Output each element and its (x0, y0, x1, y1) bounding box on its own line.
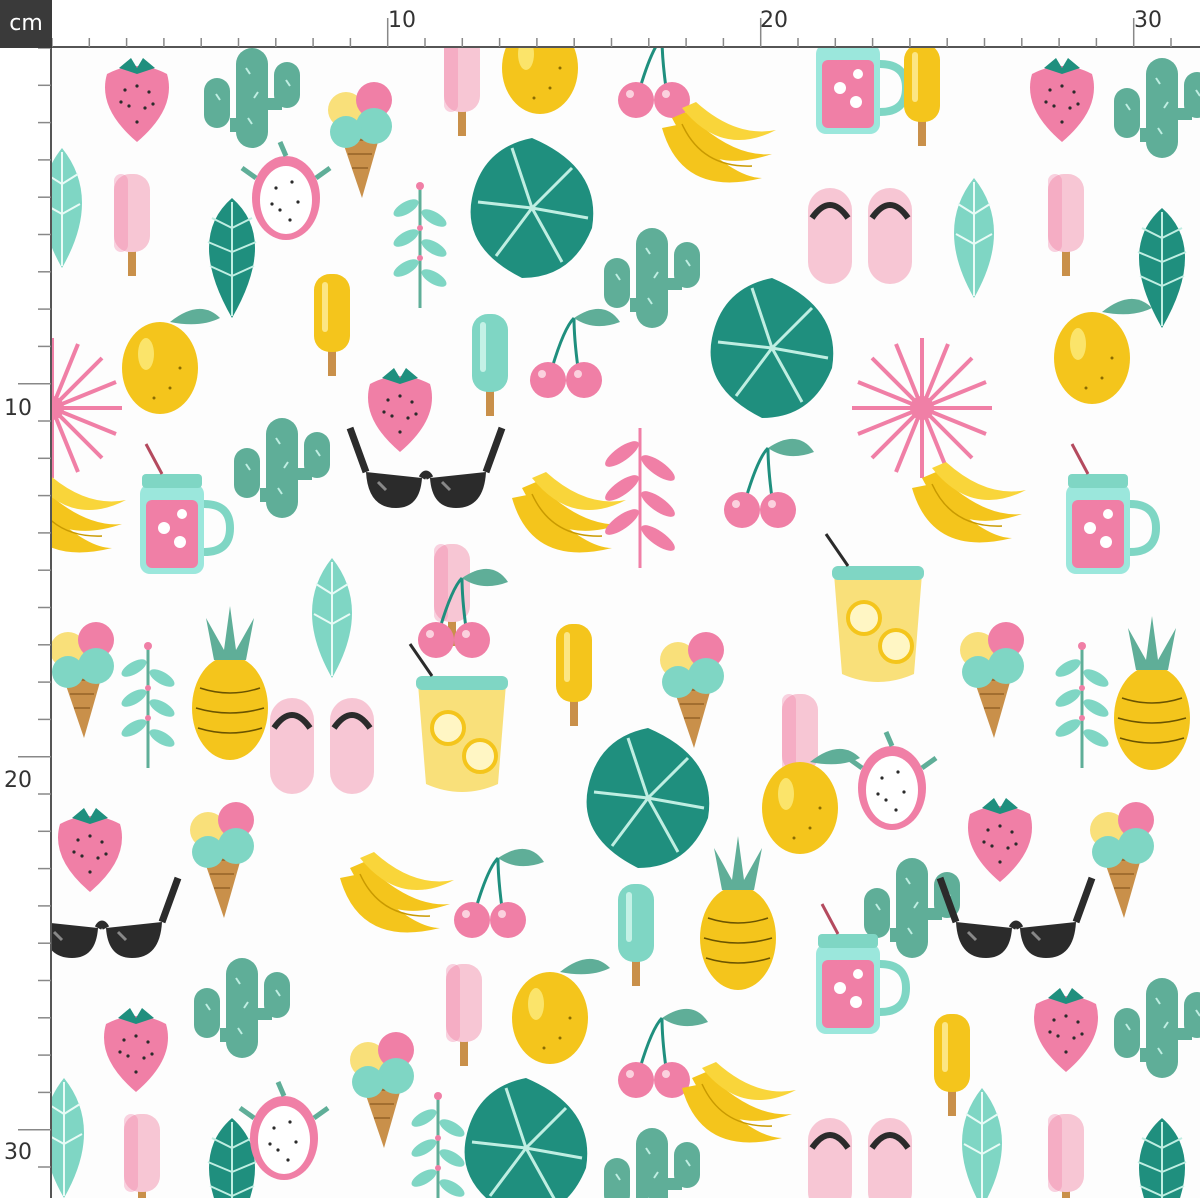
banana-icon (339, 851, 455, 934)
banana-icon (911, 461, 1027, 544)
ice-cream-cone-icon (659, 631, 725, 749)
popsicle-icon (472, 314, 508, 416)
strawberry-icon (968, 798, 1032, 882)
monstera-leaf-icon (469, 136, 595, 280)
dragon-fruit-icon (242, 142, 330, 240)
lemon-icon (122, 308, 220, 414)
pineapple-icon (191, 605, 269, 761)
lemonade-glass-icon (824, 532, 926, 684)
flip-flops-icon (808, 188, 912, 284)
popsicle-icon (446, 964, 482, 1066)
dragon-fruit-icon (848, 732, 936, 830)
strawberry-icon (1030, 58, 1094, 142)
banana-icon (681, 1061, 797, 1144)
ruler-top-ticks (51, 18, 1200, 48)
lemon-icon (512, 958, 610, 1064)
popsicle-icon (314, 274, 350, 376)
ruler-top-label-20: 20 (760, 8, 788, 33)
herb-sprig-icon (407, 1090, 469, 1198)
tropical-leaf-icon (207, 197, 257, 319)
cactus-icon (203, 48, 301, 149)
ruler-top-label-10: 10 (388, 8, 416, 33)
cactus-icon (603, 1127, 701, 1198)
ruler-unit-label: cm (0, 0, 52, 48)
cactus-icon (603, 227, 701, 329)
cherry-icon (452, 847, 546, 940)
ruler-left-label-30: 30 (4, 1140, 32, 1165)
ice-cream-cone-icon (327, 81, 393, 199)
strawberry-icon (368, 368, 432, 452)
flip-flops-icon (808, 1118, 912, 1198)
ruler-left-label-10: 10 (4, 396, 32, 421)
herb-sprig-icon (1051, 640, 1113, 770)
lemon-icon (762, 748, 860, 854)
ice-cream-cone-icon (52, 621, 115, 739)
sunglasses-icon (52, 878, 178, 958)
lemon-icon (1054, 298, 1152, 404)
popsicle-icon (124, 1114, 160, 1198)
herb-sprig-icon (117, 640, 179, 770)
herb-sprig-icon (953, 177, 995, 299)
mason-jar-drink-icon (816, 48, 906, 134)
flip-flops-icon (270, 698, 374, 794)
ice-cream-cone-icon (959, 621, 1025, 739)
cactus-icon (863, 857, 961, 959)
strawberry-icon (1034, 988, 1098, 1072)
tropical-leaf-icon (600, 426, 680, 570)
tropical-leaf-icon (1137, 1117, 1187, 1198)
cactus-icon (193, 957, 291, 1059)
popsicle-icon (904, 48, 940, 146)
popsicle-icon (114, 174, 150, 276)
strawberry-icon (105, 58, 169, 142)
ruler-left-label-20: 20 (4, 768, 32, 793)
pineapple-icon (1113, 615, 1191, 771)
cherry-icon (722, 437, 816, 530)
cherry-icon (416, 567, 510, 660)
tropical-leaf-icon (207, 1117, 257, 1198)
palm-fan-icon (52, 336, 124, 480)
fabric-pattern (52, 48, 1200, 1198)
banana-icon (511, 471, 627, 554)
ruler-top-label-30: 30 (1134, 8, 1162, 33)
ruler-top: 10 20 30 (51, 0, 1200, 48)
lemonade-glass-icon (408, 642, 510, 794)
ice-cream-cone-icon (349, 1031, 415, 1149)
cherry-icon (528, 307, 622, 400)
monstera-leaf-icon (463, 1076, 589, 1198)
herb-sprig-icon (311, 557, 353, 679)
pineapple-icon (699, 835, 777, 991)
strawberry-icon (104, 1008, 168, 1092)
ruler-left-ticks (18, 47, 52, 1198)
cactus-icon (233, 417, 331, 519)
mason-jar-drink-icon (816, 904, 906, 1034)
herb-sprig-icon (52, 1077, 85, 1198)
popsicle-icon (618, 884, 654, 986)
popsicle-icon (556, 624, 592, 726)
banana-icon (52, 471, 127, 554)
herb-sprig-icon (52, 147, 83, 269)
monstera-leaf-icon (709, 276, 835, 420)
herb-sprig-icon (961, 1087, 1003, 1198)
ice-cream-cone-icon (1089, 801, 1155, 919)
palm-fan-icon (850, 336, 994, 480)
popsicle-icon (1048, 174, 1084, 276)
cactus-icon (1113, 57, 1200, 159)
ruler-left: 10 20 30 (0, 47, 52, 1198)
monstera-leaf-icon (585, 726, 711, 870)
cactus-icon (1113, 977, 1200, 1079)
fabric-pattern-svg (52, 48, 1200, 1198)
popsicle-icon (934, 1014, 970, 1116)
sunglasses-icon (940, 878, 1092, 958)
cherry-icon (616, 1007, 710, 1100)
mason-jar-drink-icon (140, 444, 230, 574)
popsicle-icon (444, 48, 480, 136)
mason-jar-drink-icon (1066, 444, 1156, 574)
ice-cream-cone-icon (189, 801, 255, 919)
strawberry-icon (58, 808, 122, 892)
herb-sprig-icon (389, 180, 451, 310)
popsicle-icon (1048, 1114, 1084, 1198)
sunglasses-icon (350, 428, 502, 508)
lemon-icon (502, 48, 600, 114)
